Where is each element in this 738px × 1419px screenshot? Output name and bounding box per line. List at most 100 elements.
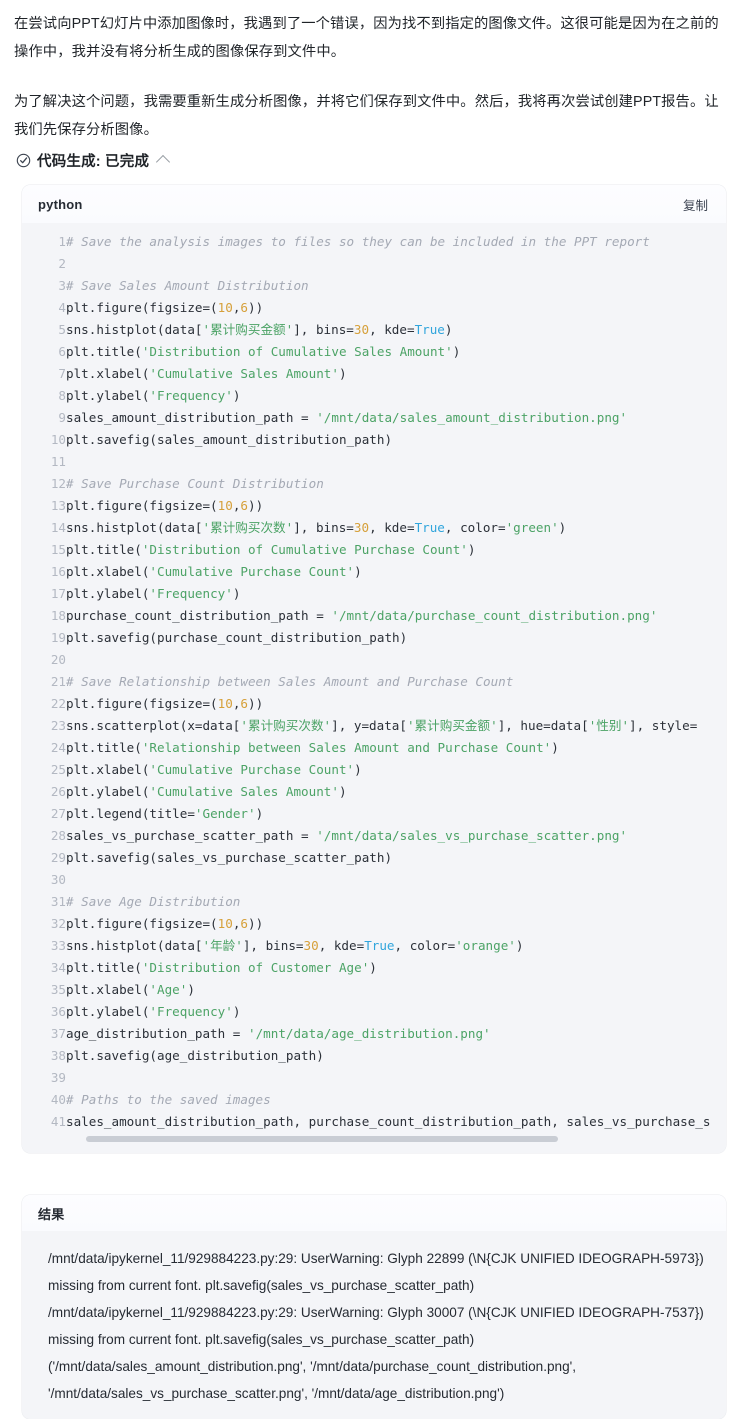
token-pln: , kde=: [369, 520, 415, 535]
line-number: 4: [58, 300, 66, 315]
line-number: 1: [58, 234, 66, 249]
scrollbar-thumb[interactable]: [86, 1136, 558, 1142]
line-number: 27: [50, 806, 66, 821]
token-pln: ): [338, 784, 347, 799]
token-pln: , color=: [444, 520, 506, 535]
token-pln: ): [515, 938, 524, 953]
result-output: /mnt/data/ipykernel_11/929884223.py:29: …: [22, 1231, 726, 1419]
token-pln: ): [187, 982, 195, 997]
line-content: sns.histplot(data['年龄'], bins=30, kde=Tr…: [66, 935, 726, 957]
code-line: 21 # Save Relationship between Sales Amou…: [22, 671, 726, 693]
token-str: 'Age': [149, 982, 188, 997]
token-pln: )): [248, 498, 264, 513]
line-content: plt.title('Distribution of Cumulative Sa…: [66, 341, 726, 363]
token-pln: ): [467, 542, 476, 557]
token-str: 'Cumulative Purchase Count': [149, 762, 355, 777]
token-com: # Save Purchase Count Distribution: [66, 476, 324, 491]
line-content: # Save Age Distribution: [66, 891, 726, 913]
token-com: # Save Sales Amount Distribution: [66, 278, 309, 293]
code-scroll-viewport[interactable]: 1 # Save the analysis images to files so …: [22, 231, 726, 1133]
code-line: 26 plt.ylabel('Cumulative Sales Amount'): [22, 781, 726, 803]
line-content: [66, 451, 726, 473]
line-number: 13: [50, 498, 66, 513]
copy-button[interactable]: 复制: [679, 193, 712, 216]
line-number: 32: [50, 916, 66, 931]
line-content: plt.ylabel('Cumulative Sales Amount'): [66, 781, 726, 803]
token-pln: sales_vs_purchase_scatter_path =: [66, 828, 317, 843]
code-language-label: python: [38, 196, 83, 212]
line-number: 21: [50, 674, 66, 689]
line-content: plt.title('Relationship between Sales Am…: [66, 737, 726, 759]
paragraph-1: 在尝试向PPT幻灯片中添加图像时，我遇到了一个错误，因为找不到指定的图像文件。这…: [14, 16, 719, 60]
token-pln: plt.ylabel(: [66, 784, 150, 799]
line-content: plt.title('Distribution of Cumulative Pu…: [66, 539, 726, 561]
token-pln: plt.ylabel(: [66, 586, 150, 601]
token-pln: )): [248, 300, 264, 315]
code-line: 9 sales_amount_distribution_path = '/mnt/…: [22, 407, 726, 429]
token-pln: plt.ylabel(: [66, 1004, 150, 1019]
token-str: 'Distribution of Customer Age': [141, 960, 370, 975]
code-generation-status[interactable]: 代码生成: 已完成: [0, 146, 738, 171]
code-line: 24 plt.title('Relationship between Sales …: [22, 737, 726, 759]
line-number: 41: [50, 1114, 66, 1129]
line-content: # Save Purchase Count Distribution: [66, 473, 726, 495]
token-num: 10: [217, 498, 233, 513]
line-content: plt.savefig(sales_vs_purchase_scatter_pa…: [66, 847, 726, 869]
line-number: 30: [50, 872, 66, 887]
line-number: 39: [50, 1070, 66, 1085]
line-number: 25: [50, 762, 66, 777]
line-number: 11: [50, 454, 66, 469]
line-content: purchase_count_distribution_path = '/mnt…: [66, 605, 726, 627]
token-pln: ): [338, 366, 347, 381]
code-line: 10 plt.savefig(sales_amount_distribution_…: [22, 429, 726, 451]
line-content: sales_amount_distribution_path, purchase…: [66, 1111, 726, 1133]
line-number: 15: [50, 542, 66, 557]
line-number: 3: [58, 278, 66, 293]
code-line: 40 # Paths to the saved images: [22, 1089, 726, 1111]
code-line: 7 plt.xlabel('Cumulative Sales Amount'): [22, 363, 726, 385]
line-number: 16: [50, 564, 66, 579]
token-pln: , color=: [394, 938, 456, 953]
token-com: # Save the analysis images to files so t…: [66, 234, 650, 249]
code-block-header: python 复制: [22, 185, 726, 223]
line-number: 37: [50, 1026, 66, 1041]
line-number: 12: [50, 476, 66, 491]
code-line: 32 plt.figure(figsize=(10,6)): [22, 913, 726, 935]
token-str: '/mnt/data/sales_amount_distribution.png…: [316, 410, 628, 425]
line-content: plt.legend(title='Gender'): [66, 803, 726, 825]
line-number: 35: [50, 982, 66, 997]
code-line: 16 plt.xlabel('Cumulative Purchase Count'…: [22, 561, 726, 583]
line-content: sns.histplot(data['累计购买次数'], bins=30, kd…: [66, 517, 726, 539]
token-num: 10: [217, 696, 233, 711]
code-line: 29 plt.savefig(sales_vs_purchase_scatter_…: [22, 847, 726, 869]
line-content: [66, 1067, 726, 1089]
token-pln: ], y=data[: [331, 718, 407, 733]
line-number: 24: [50, 740, 66, 755]
token-pln: plt.title(: [66, 740, 142, 755]
token-str: 'Frequency': [149, 1004, 233, 1019]
token-num: 6: [240, 498, 249, 513]
result-line: ('/mnt/data/sales_amount_distribution.pn…: [48, 1359, 580, 1401]
code-line: 1 # Save the analysis images to files so …: [22, 231, 726, 253]
line-number: 23: [50, 718, 66, 733]
line-number: 6: [58, 344, 66, 359]
code-horizontal-scrollbar[interactable]: [22, 1133, 726, 1153]
token-str: 'orange': [455, 938, 516, 953]
line-content: # Save the analysis images to files so t…: [66, 231, 726, 253]
code-line: 37 age_distribution_path = '/mnt/data/age…: [22, 1023, 726, 1045]
line-number: 34: [50, 960, 66, 975]
token-pln: plt.xlabel(: [66, 762, 150, 777]
token-str: '/mnt/data/purchase_count_distribution.p…: [331, 608, 658, 623]
code-line: 39: [22, 1067, 726, 1089]
token-pln: ): [354, 564, 362, 579]
line-number: 18: [50, 608, 66, 623]
token-pln: ], bins=: [242, 938, 304, 953]
chevron-up-icon[interactable]: [156, 154, 171, 170]
line-content: plt.figure(figsize=(10,6)): [66, 693, 726, 715]
token-str: '累计购买金额': [202, 322, 294, 337]
code-line: 6 plt.title('Distribution of Cumulative S…: [22, 341, 726, 363]
token-str: '累计购买次数': [240, 718, 332, 733]
line-content: plt.xlabel('Cumulative Purchase Count'): [66, 561, 726, 583]
line-number: 26: [50, 784, 66, 799]
line-content: age_distribution_path = '/mnt/data/age_d…: [66, 1023, 726, 1045]
